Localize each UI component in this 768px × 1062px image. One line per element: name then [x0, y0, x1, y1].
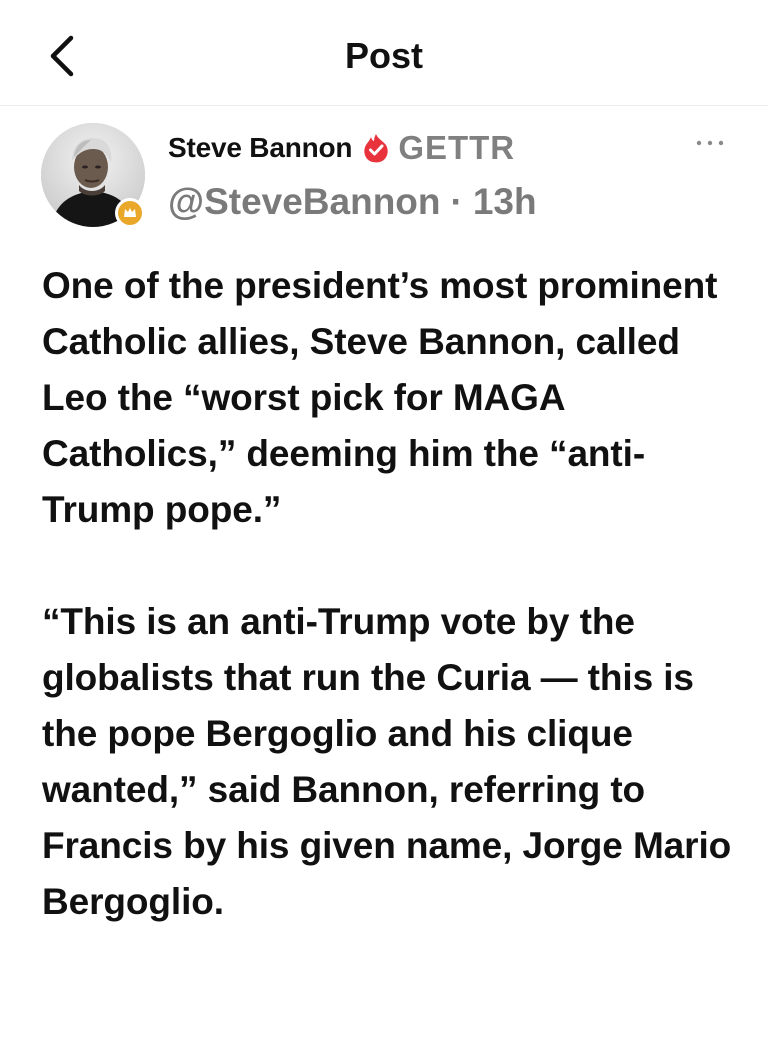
meta-separator: · [450, 181, 463, 222]
page-title: Post [344, 35, 423, 76]
author-name-row: Steve Bannon GETTR [168, 128, 515, 168]
post-paragraph: “This is an anti-Trump vote by the globa… [42, 601, 732, 922]
gold-crown-badge-icon [118, 201, 142, 225]
platform-label: GETTR [398, 129, 516, 166]
more-options-button[interactable] [688, 128, 732, 158]
author-avatar[interactable] [41, 123, 145, 228]
verified-icon [360, 132, 392, 164]
author-meta-row: @SteveBannon · 13h [168, 178, 537, 226]
author-handle[interactable]: @SteveBannon [168, 181, 441, 223]
top-navigation-bar: Post [0, 0, 768, 106]
author-name[interactable]: Steve Bannon [168, 132, 353, 164]
post-timestamp: 13h [472, 181, 537, 222]
avatar-badge [115, 198, 145, 228]
post-body: One of the president’s most prominent Ca… [42, 258, 742, 930]
red-flame-check-badge-icon [364, 134, 388, 163]
post-paragraph: One of the president’s most prominent Ca… [42, 265, 718, 530]
more-horizontal-icon [696, 140, 724, 146]
